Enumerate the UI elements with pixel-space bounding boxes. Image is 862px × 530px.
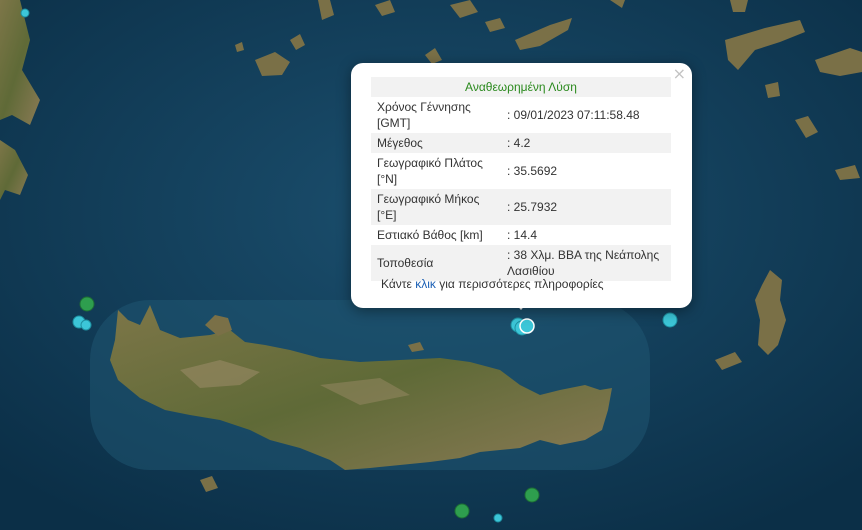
earthquake-marker[interactable] — [79, 296, 95, 312]
location-label: Τοποθεσία — [371, 245, 501, 281]
birth-time-value: : 09/01/2023 07:11:58.48 — [507, 108, 640, 122]
longitude-label: Γεωγραφικό Μήκος [°E] — [371, 189, 501, 225]
island-11 — [730, 0, 748, 12]
depth-label: Εστιακό Βάθος [km] — [377, 228, 483, 242]
popup-title: Αναθεωρημένη Λύση — [371, 77, 671, 97]
earthquake-marker[interactable] — [524, 487, 540, 503]
earthquake-marker-selected[interactable] — [519, 318, 535, 334]
earthquake-marker[interactable] — [80, 319, 92, 331]
earthquake-marker[interactable] — [20, 8, 30, 18]
earthquake-popup: × Αναθεωρημένη Λύση Χρόνος Γέννησης [GMT… — [351, 63, 692, 308]
longitude-value: : 25.7932 — [501, 189, 671, 225]
earthquake-marker[interactable] — [493, 513, 503, 523]
earthquake-details-table: Αναθεωρημένη Λύση Χρόνος Γέννησης [GMT] … — [371, 77, 671, 281]
earthquake-marker[interactable] — [662, 312, 678, 328]
popup-footer: Κάντε κλικ για περισσότερες πληροφορίες — [381, 277, 604, 291]
depth-value: : 14.4 — [507, 228, 538, 242]
location-value: : 38 Χλμ. ΒΒΑ της Νεάπολης Λασιθίου — [501, 245, 671, 281]
latitude-value: : 35.5692 — [507, 164, 558, 178]
latitude-label: Γεωγραφικό Πλάτος [°N] — [377, 156, 483, 186]
earthquake-marker[interactable] — [454, 503, 470, 519]
footer-suffix: για περισσότερες πληροφορίες — [439, 277, 604, 291]
more-info-link[interactable]: κλικ — [415, 277, 436, 291]
close-icon[interactable]: × — [673, 66, 686, 82]
magnitude-label: Μέγεθος — [371, 133, 501, 153]
magnitude-value: : 4.2 — [501, 133, 671, 153]
birth-time-label: Χρόνος Γέννησης [GMT] — [377, 100, 471, 130]
footer-prefix: Κάντε — [381, 277, 412, 291]
